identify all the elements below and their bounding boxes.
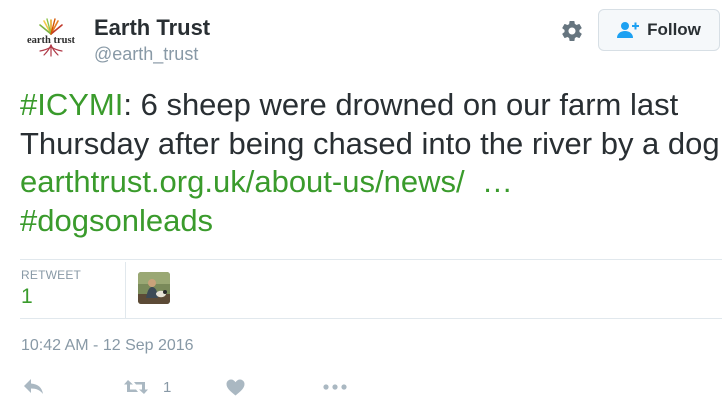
divider xyxy=(20,318,722,319)
retweet-stat-count[interactable]: 1 xyxy=(21,285,33,309)
reply-icon xyxy=(24,379,43,394)
account-avatar[interactable]: earth trust xyxy=(20,14,82,58)
link-ellipsis[interactable]: … xyxy=(482,164,513,199)
divider xyxy=(20,259,722,260)
earth-trust-logo: earth trust xyxy=(27,18,76,57)
tweet-text: #ICYMI: 6 sheep were drowned on our farm… xyxy=(20,86,720,240)
retweet-action-count: 1 xyxy=(163,378,172,396)
like-button[interactable] xyxy=(226,375,245,399)
retweet-stat-label[interactable]: RETWEET xyxy=(21,268,81,282)
hashtag-dogsonleads[interactable]: #dogsonleads xyxy=(20,203,213,238)
more-icon xyxy=(323,384,347,390)
hashtag-icymi[interactable]: #ICYMI xyxy=(20,87,123,122)
retweeter-avatar[interactable] xyxy=(138,272,170,304)
retweet-icon xyxy=(124,380,148,394)
stats-separator xyxy=(125,262,126,318)
tweet-timestamp[interactable]: 10:42 AM - 12 Sep 2016 xyxy=(21,337,194,355)
add-user-icon xyxy=(617,22,640,38)
gear-icon[interactable] xyxy=(560,19,584,43)
account-name[interactable]: Earth Trust xyxy=(94,14,210,42)
more-options-button[interactable] xyxy=(322,375,348,399)
account-handle[interactable]: @earth_trust xyxy=(94,43,198,65)
tweet-body: : 6 sheep were drowned on our farm last … xyxy=(20,87,720,161)
retweet-button[interactable]: 1 xyxy=(123,375,171,399)
like-icon xyxy=(226,379,245,395)
follow-button-label: Follow xyxy=(647,20,701,39)
tweet-link[interactable]: earthtrust.org.uk/about-us/news/ xyxy=(20,164,465,199)
reply-button[interactable] xyxy=(23,375,45,399)
follow-button[interactable]: Follow xyxy=(598,9,720,51)
svg-text:earth trust: earth trust xyxy=(27,35,76,46)
